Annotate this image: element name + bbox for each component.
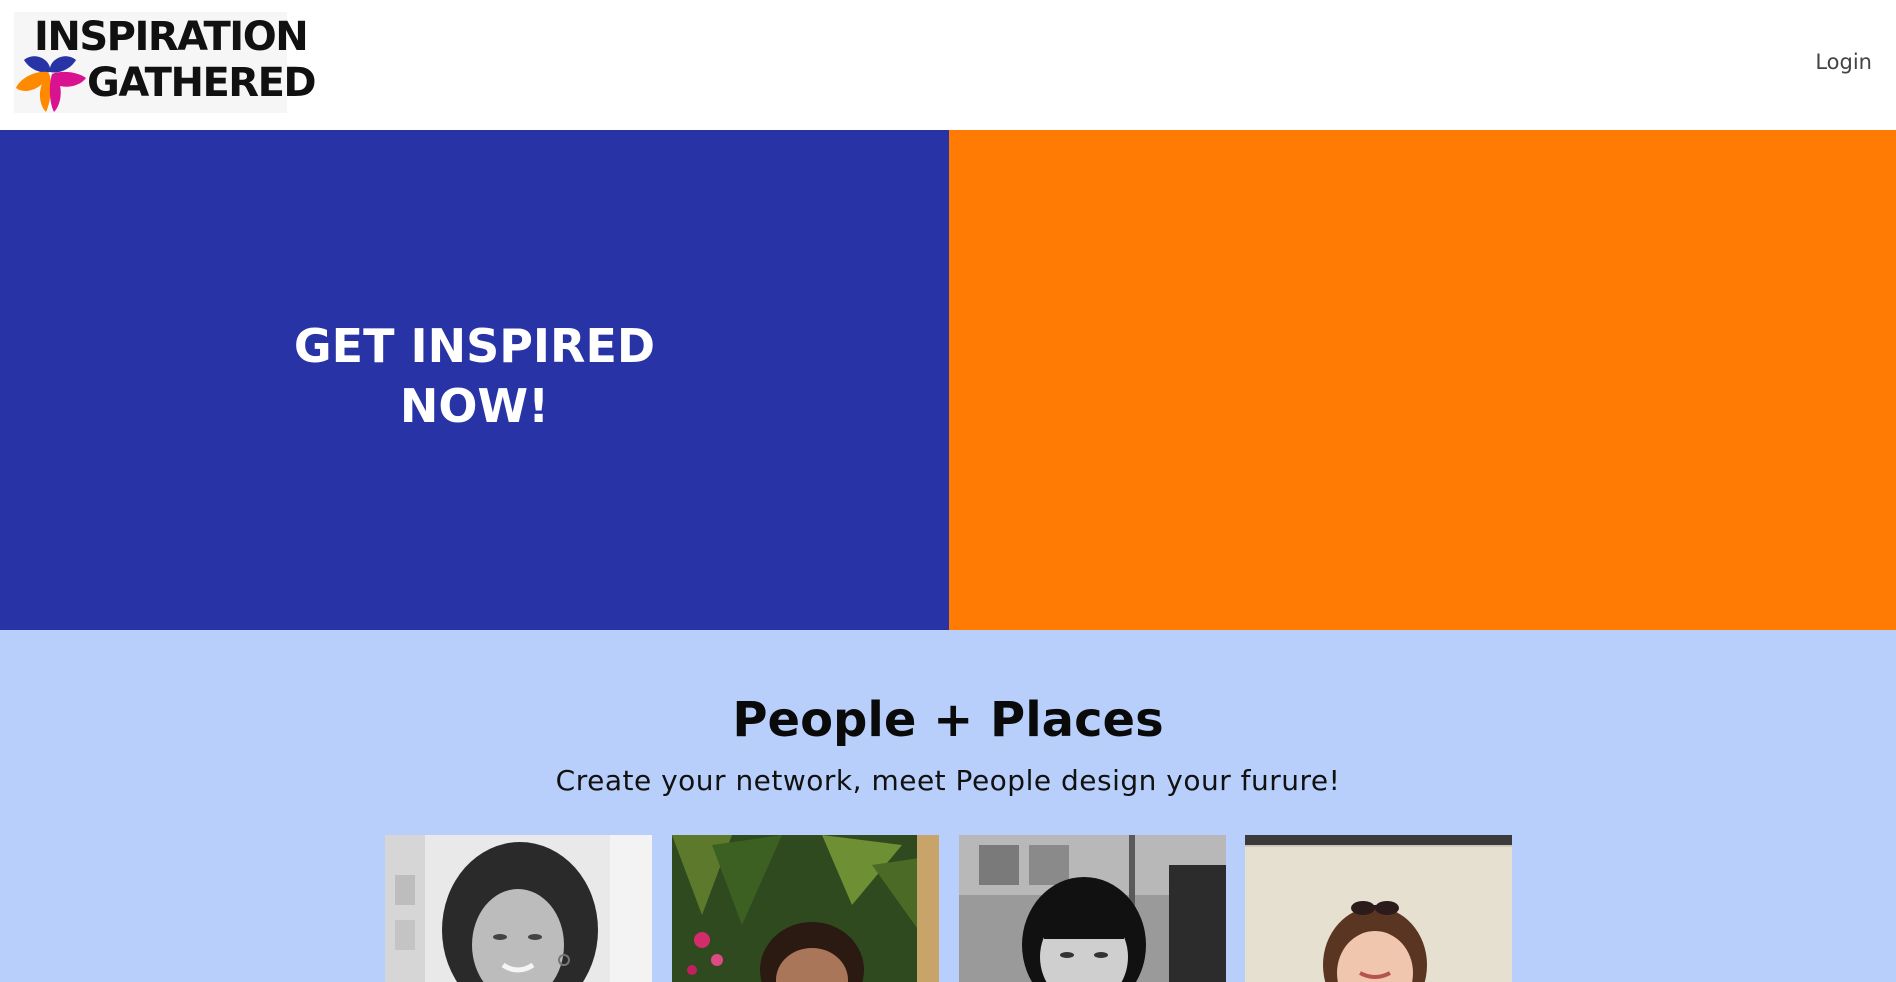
- section-title: People + Places: [732, 692, 1164, 748]
- section-subtitle: Create your network, meet People design …: [555, 764, 1341, 797]
- person-card-3[interactable]: [959, 835, 1226, 982]
- login-link[interactable]: Login: [1815, 50, 1872, 74]
- brand-logo[interactable]: INSPIRATION GATHERED: [14, 12, 317, 113]
- person-photo-2: [672, 835, 939, 982]
- person-photo-1: [385, 835, 652, 982]
- person-card-1[interactable]: [385, 835, 652, 982]
- hero-title: GET INSPIRED NOW!: [0, 316, 949, 436]
- hero-title-line1: GET INSPIRED: [293, 319, 656, 373]
- logo-text-line1: INSPIRATION: [34, 14, 309, 60]
- hero-left-panel: GET INSPIRED NOW!: [0, 130, 949, 630]
- person-card-4[interactable]: [1245, 835, 1512, 982]
- hero-banner: GET INSPIRED NOW!: [0, 130, 1896, 630]
- hero-title-line2: NOW!: [399, 379, 550, 433]
- people-places-section: People + Places Create your network, mee…: [0, 630, 1896, 982]
- logo-text-line2: GATHERED: [87, 60, 317, 106]
- hero-right-panel: [949, 130, 1896, 630]
- people-cards: [385, 835, 1515, 982]
- person-card-2[interactable]: [672, 835, 939, 982]
- person-photo-4: [1245, 835, 1512, 982]
- site-header: INSPIRATION GATHERED Login: [0, 0, 1896, 130]
- person-photo-3: [959, 835, 1226, 982]
